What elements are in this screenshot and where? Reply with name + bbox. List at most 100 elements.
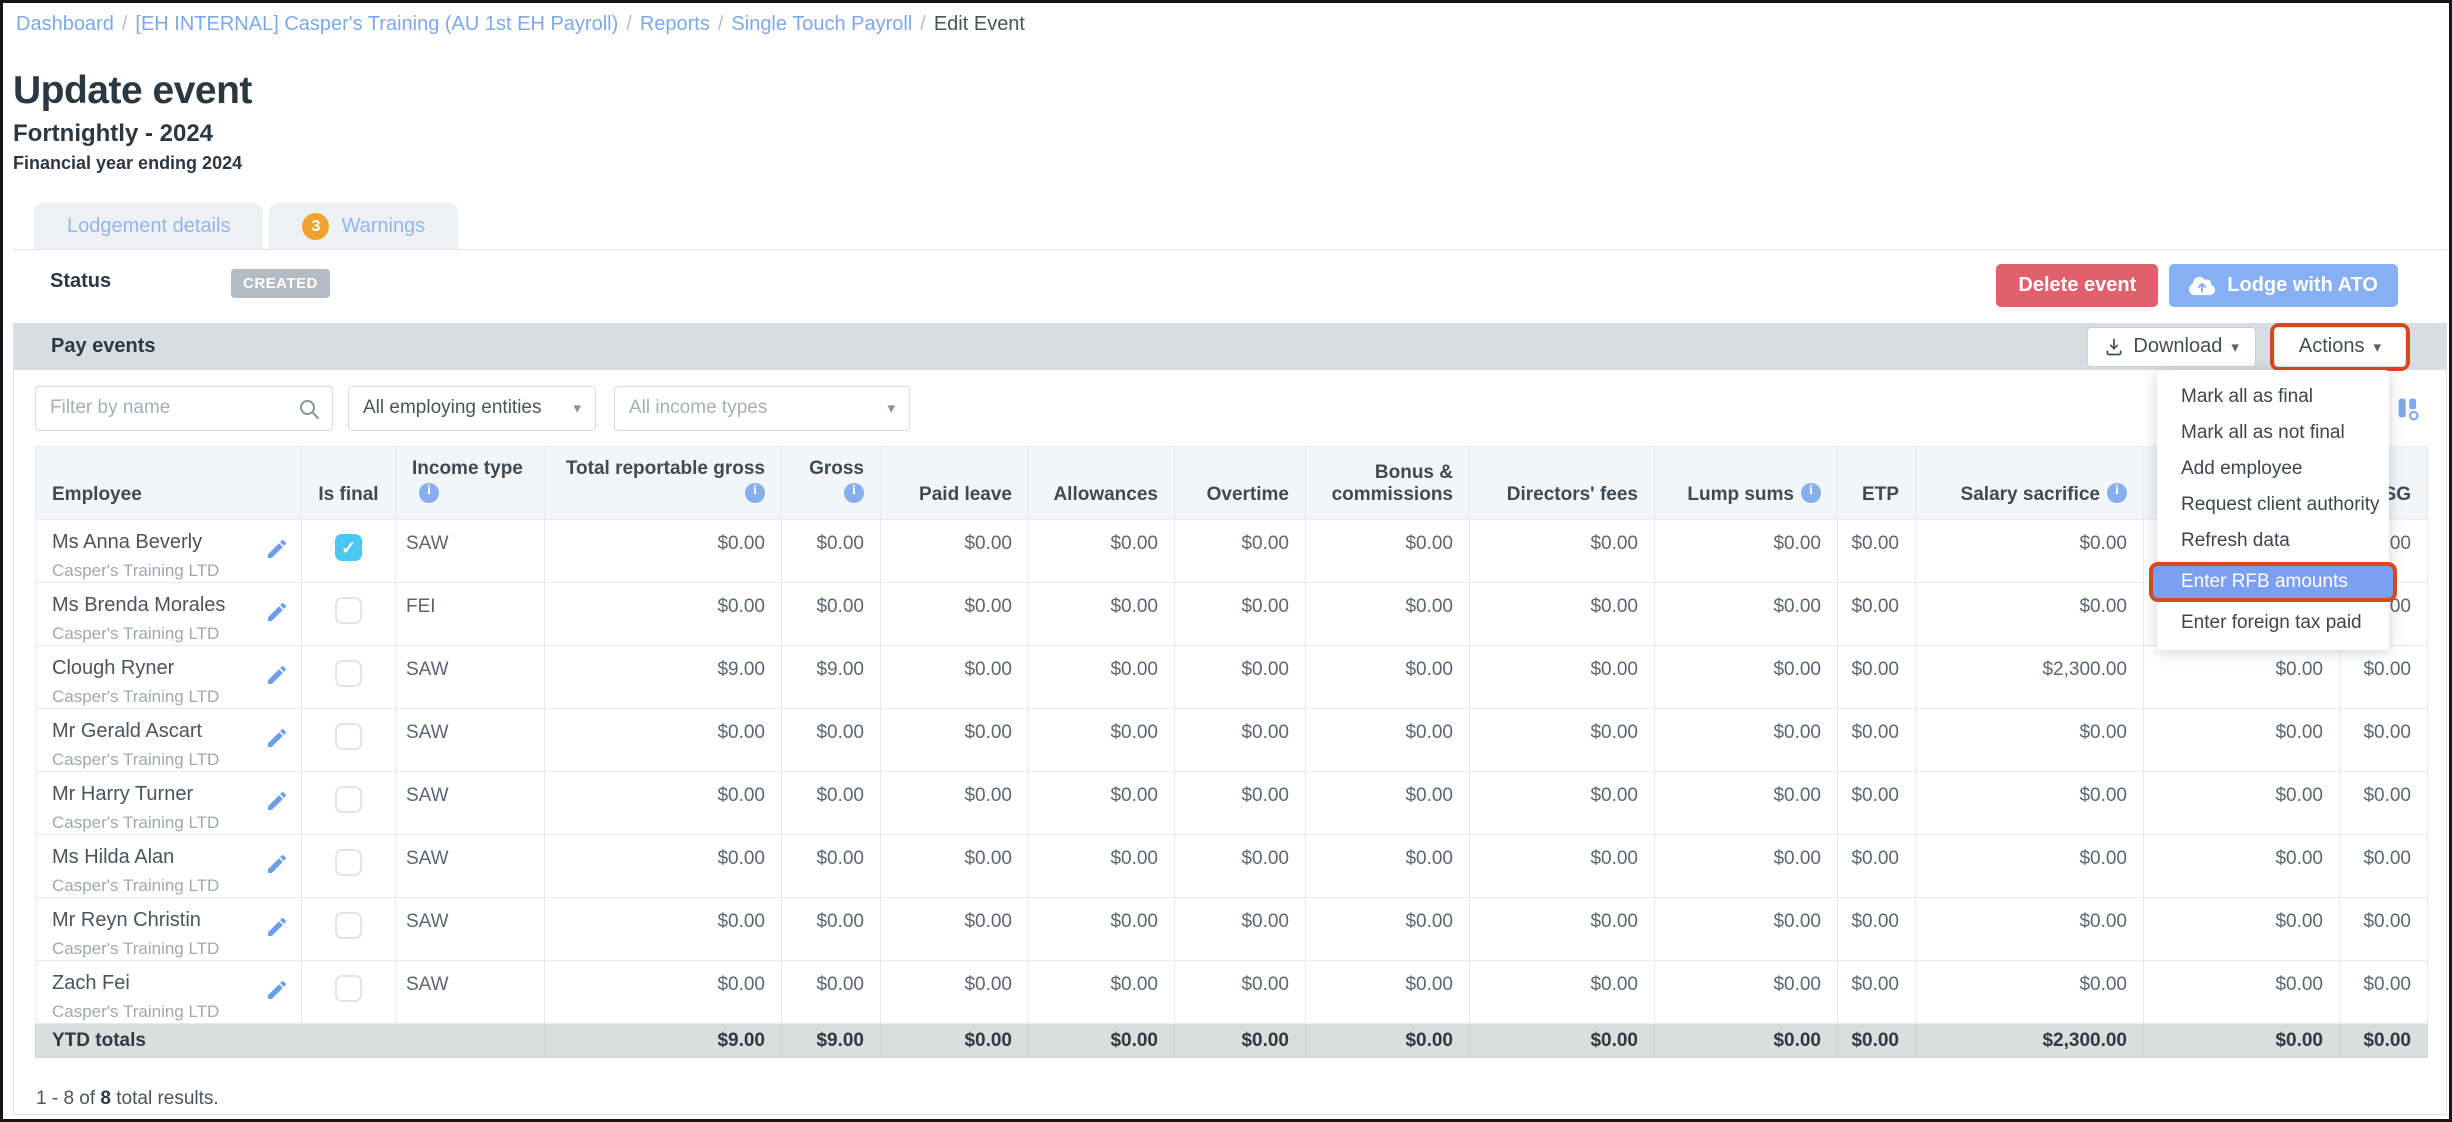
tab-lodgement-details[interactable]: Lodgement details [34, 203, 263, 250]
edit-pencil-icon[interactable] [265, 600, 289, 624]
employee-company: Casper's Training LTD [52, 687, 219, 707]
amount-cell: $0.00 [1655, 772, 1838, 835]
lodge-with-ato-button[interactable]: Lodge with ATO [2169, 264, 2398, 307]
breadcrumb-item[interactable]: [EH INTERNAL] Casper's Training (AU 1st … [135, 13, 618, 35]
amount-cell: $0.00 [2144, 709, 2340, 772]
amount-cell: $0.00 [1306, 646, 1470, 709]
amount-cell: $0.00 [1655, 583, 1838, 646]
amount-cell: $0.00 [1175, 898, 1306, 961]
info-icon[interactable] [745, 483, 765, 503]
is-final-checkbox[interactable] [335, 597, 362, 624]
menu-item[interactable]: Enter foreign tax paid [2157, 605, 2389, 641]
table-row: Clough RynerCasper's Training LTDSAW$9.0… [36, 646, 2428, 709]
is-final-checkbox[interactable] [335, 786, 362, 813]
edit-pencil-icon[interactable] [265, 726, 289, 750]
income-types-select[interactable]: All income types ▾ [614, 386, 910, 431]
menu-item[interactable]: Refresh data [2157, 523, 2389, 559]
is-final-checkbox[interactable] [335, 849, 362, 876]
breadcrumb-item[interactable]: Reports [640, 13, 710, 35]
chevron-down-icon: ▾ [887, 399, 895, 417]
edit-pencil-icon[interactable] [265, 537, 289, 561]
amount-cell: $0.00 [1470, 520, 1655, 583]
employing-entities-value: All employing entities [363, 397, 541, 419]
filter-by-name-input[interactable] [35, 386, 333, 431]
info-icon[interactable] [844, 483, 864, 503]
edit-pencil-icon[interactable] [265, 789, 289, 813]
breadcrumb-item[interactable]: Dashboard [16, 13, 114, 35]
edit-pencil-icon[interactable] [265, 915, 289, 939]
amount-cell: $0.00 [1470, 835, 1655, 898]
info-icon[interactable] [419, 483, 439, 503]
is-final-checkbox[interactable] [335, 534, 362, 561]
amount-cell: $9.00 [782, 646, 881, 709]
column-header: Salary sacrifice [1916, 447, 2144, 520]
amount-cell: $0.00 [1175, 961, 1306, 1024]
delete-event-button[interactable]: Delete event [1996, 264, 2158, 307]
edit-pencil-icon[interactable] [265, 663, 289, 687]
menu-item[interactable]: Request client authority [2157, 487, 2389, 523]
menu-item[interactable]: Enter RFB amounts [2149, 562, 2397, 602]
results-count: 8 [100, 1088, 111, 1109]
amount-cell: $0.00 [2340, 709, 2428, 772]
amount-cell: $0.00 [1306, 835, 1470, 898]
ytd-label: YTD totals [36, 1024, 545, 1058]
amount-cell: $0.00 [1470, 646, 1655, 709]
ytd-amount: $0.00 [2144, 1024, 2340, 1058]
menu-item[interactable]: Add employee [2157, 451, 2389, 487]
amount-cell: $0.00 [881, 835, 1029, 898]
download-button[interactable]: Download ▾ [2087, 327, 2255, 367]
info-icon[interactable] [1801, 483, 1821, 503]
is-final-checkbox[interactable] [335, 660, 362, 687]
breadcrumb-separator: / [718, 13, 724, 35]
table-row: Ms Anna BeverlyCasper's Training LTDSAW$… [36, 520, 2428, 583]
income-type-cell: SAW [396, 520, 545, 583]
amount-cell: $0.00 [782, 835, 881, 898]
amount-cell: $0.00 [1470, 961, 1655, 1024]
amount-cell: $0.00 [2340, 646, 2428, 709]
employing-entities-select[interactable]: All employing entities ▾ [348, 386, 596, 431]
column-header-label: Overtime [1207, 484, 1289, 505]
table-row: Ms Brenda MoralesCasper's Training LTDFE… [36, 583, 2428, 646]
filter-row: All employing entities ▾ All income type… [14, 370, 2446, 446]
is-final-cell [302, 961, 396, 1024]
amount-cell: $0.00 [1655, 520, 1838, 583]
employee-name: Mr Harry Turner [52, 783, 219, 806]
amount-cell: $2,300.00 [1916, 646, 2144, 709]
tab-label: Warnings [341, 215, 425, 238]
actions-button[interactable]: Actions ▾ [2274, 327, 2406, 367]
amount-cell: $0.00 [881, 709, 1029, 772]
edit-pencil-icon[interactable] [265, 978, 289, 1002]
edit-pencil-icon[interactable] [265, 852, 289, 876]
amount-cell: $0.00 [1306, 772, 1470, 835]
breadcrumb-separator: / [626, 13, 632, 35]
breadcrumb-item[interactable]: Single Touch Payroll [731, 13, 912, 35]
amount-cell: $0.00 [1470, 898, 1655, 961]
page-header: Update event Fortnightly - 2024 Financia… [13, 69, 252, 174]
ytd-amount: $0.00 [2340, 1024, 2428, 1058]
is-final-checkbox[interactable] [335, 723, 362, 750]
employee-company: Casper's Training LTD [52, 624, 225, 644]
tabs-divider [13, 249, 2447, 250]
column-header-label: Income type [412, 458, 523, 479]
amount-cell: $0.00 [1029, 835, 1175, 898]
ytd-amount: $0.00 [1175, 1024, 1306, 1058]
column-header-label: Salary sacrifice [1961, 484, 2100, 505]
is-final-checkbox[interactable] [335, 912, 362, 939]
info-icon[interactable] [2107, 483, 2127, 503]
column-settings-icon[interactable] [2394, 394, 2422, 422]
is-final-checkbox[interactable] [335, 975, 362, 1002]
employee-cell: Mr Gerald AscartCasper's Training LTD [36, 709, 302, 772]
amount-cell: $0.00 [881, 646, 1029, 709]
menu-item[interactable]: Mark all as final [2157, 379, 2389, 415]
employee-company: Casper's Training LTD [52, 1002, 219, 1022]
amount-cell: $0.00 [1916, 898, 2144, 961]
ytd-amount: $0.00 [1029, 1024, 1175, 1058]
amount-cell: $0.00 [1029, 583, 1175, 646]
amount-cell: $0.00 [1916, 709, 2144, 772]
menu-item[interactable]: Mark all as not final [2157, 415, 2389, 451]
tab-warnings[interactable]: 3 Warnings [269, 203, 458, 250]
amount-cell: $0.00 [1029, 709, 1175, 772]
income-type-cell: SAW [396, 709, 545, 772]
amount-cell: $0.00 [1175, 520, 1306, 583]
breadcrumb: Dashboard / [EH INTERNAL] Casper's Trainin… [3, 3, 2449, 37]
